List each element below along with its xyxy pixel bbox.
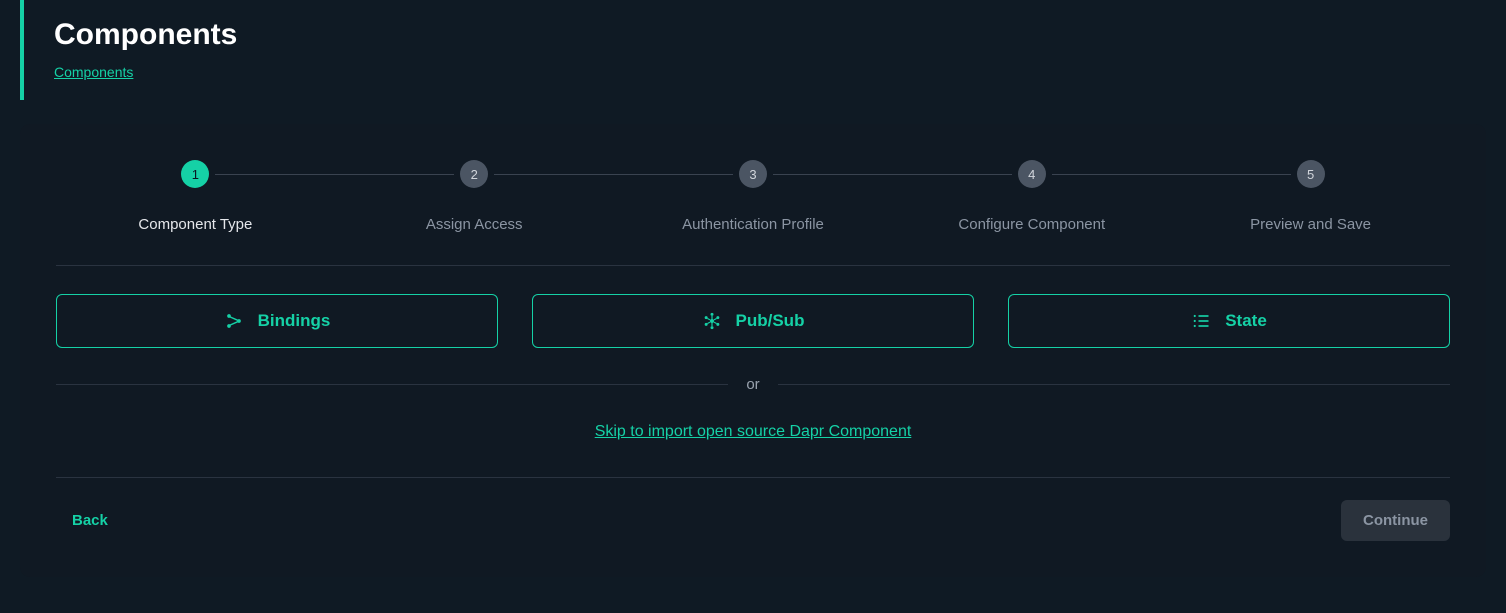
step-auth-profile[interactable]: 3 Authentication Profile <box>614 160 893 233</box>
pubsub-label: Pub/Sub <box>736 311 805 331</box>
divider-line <box>778 384 1450 385</box>
bindings-label: Bindings <box>258 311 331 331</box>
pubsub-button[interactable]: Pub/Sub <box>532 294 974 348</box>
step-number: 2 <box>460 160 488 188</box>
step-preview-save[interactable]: 5 Preview and Save <box>1171 160 1450 233</box>
state-label: State <box>1225 311 1267 331</box>
bindings-button[interactable]: Bindings <box>56 294 498 348</box>
bindings-icon <box>224 311 244 331</box>
step-component-type[interactable]: 1 Component Type <box>56 160 335 233</box>
page-header: Components Components <box>20 0 1506 100</box>
step-configure-component[interactable]: 4 Configure Component <box>892 160 1171 233</box>
step-number: 4 <box>1018 160 1046 188</box>
stepper: 1 Component Type 2 Assign Access 3 Authe… <box>56 160 1450 266</box>
step-label: Configure Component <box>958 216 1105 233</box>
state-button[interactable]: State <box>1008 294 1450 348</box>
divider-line <box>56 384 728 385</box>
pubsub-icon <box>702 311 722 331</box>
continue-button[interactable]: Continue <box>1341 500 1450 541</box>
component-type-options: Bindings Pub/Sub <box>56 294 1450 348</box>
wizard-footer: Back Continue <box>56 477 1450 541</box>
divider-or-label: or <box>746 376 759 393</box>
back-button[interactable]: Back <box>56 504 124 537</box>
step-label: Component Type <box>138 216 252 233</box>
or-divider: or <box>56 376 1450 393</box>
wizard-card: 1 Component Type 2 Assign Access 3 Authe… <box>20 124 1486 577</box>
page-title: Components <box>54 18 1506 52</box>
step-number: 5 <box>1297 160 1325 188</box>
step-label: Preview and Save <box>1250 216 1371 233</box>
step-number: 3 <box>739 160 767 188</box>
step-label: Assign Access <box>426 216 523 233</box>
step-label: Authentication Profile <box>682 216 824 233</box>
state-icon <box>1191 311 1211 331</box>
breadcrumb-components[interactable]: Components <box>54 64 133 80</box>
step-assign-access[interactable]: 2 Assign Access <box>335 160 614 233</box>
import-dapr-link[interactable]: Skip to import open source Dapr Componen… <box>56 423 1450 441</box>
step-number: 1 <box>181 160 209 188</box>
